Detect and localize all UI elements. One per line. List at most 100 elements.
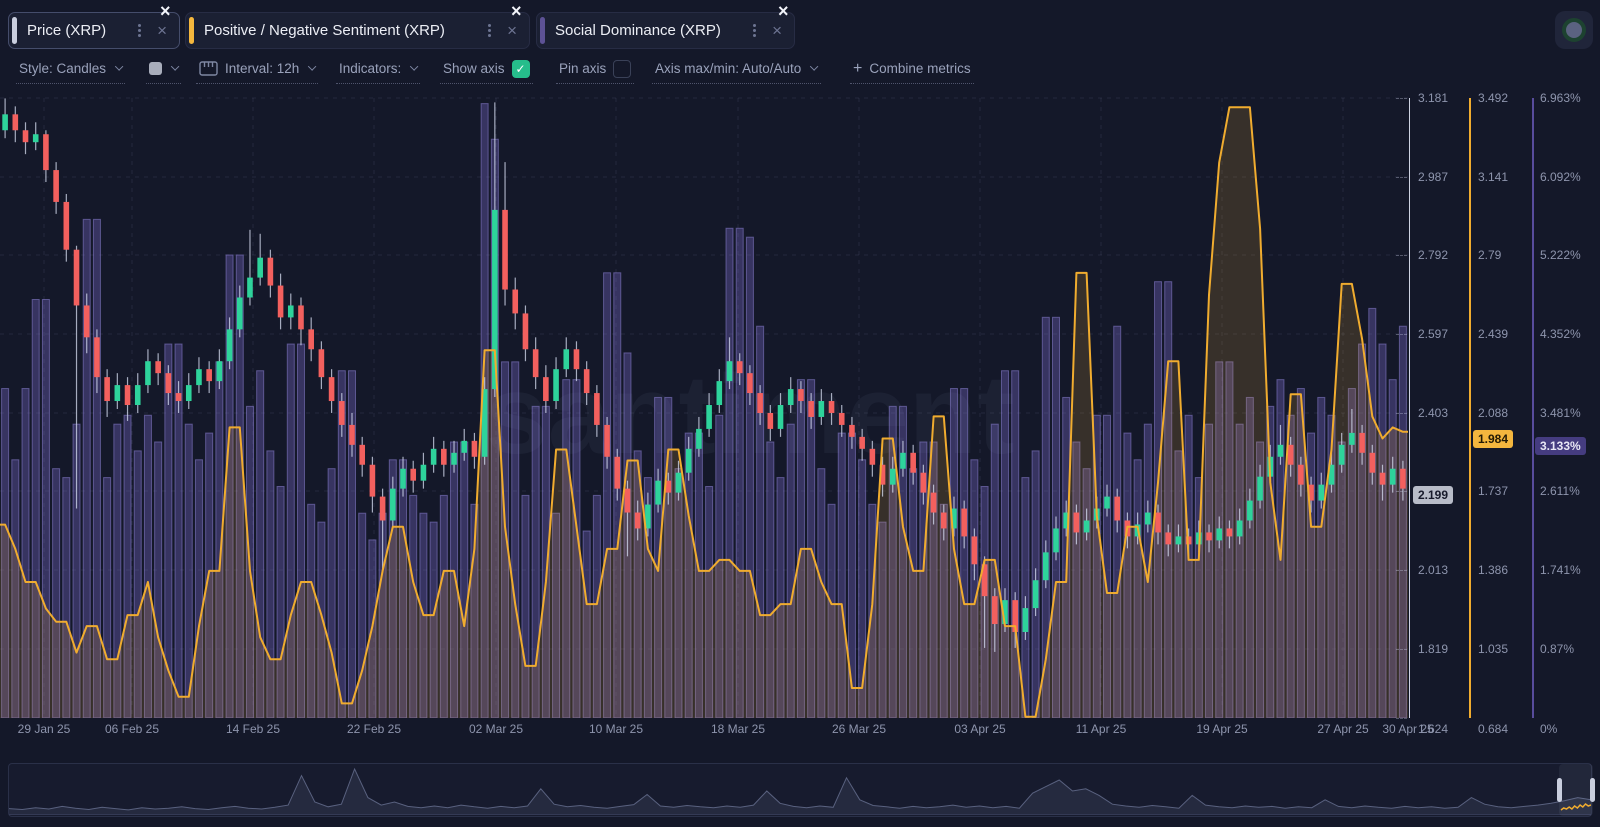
indicators-label: Indicators: [339, 61, 402, 76]
metric-accent-bar [540, 17, 545, 44]
axis-tick-mark [1396, 649, 1407, 650]
axis-tick-mark [1396, 718, 1407, 719]
metric-tab-0[interactable]: Price (XRP) × [8, 12, 180, 49]
chevron-down-icon [409, 62, 419, 72]
axis-tick-mark [1396, 413, 1407, 414]
current-value-badge-price: 2.199 [1413, 486, 1454, 504]
metric-tab-2[interactable]: Social Dominance (XRP) × [536, 12, 795, 49]
axis-line-price[interactable] [1409, 98, 1410, 718]
navigator-selection[interactable] [1559, 764, 1593, 816]
metric-tab-label: Price (XRP) [27, 22, 107, 39]
date-tick-label: 26 Mar 25 [831, 722, 887, 736]
show-axis-toggle[interactable]: Show axis ✓ [440, 59, 533, 84]
axis-tick-mark [1396, 98, 1407, 99]
axis-tick-label: 6.092% [1540, 170, 1581, 184]
axis-maxmin-label: Axis max/min: Auto/Auto [655, 61, 802, 76]
metric-accent-bar [12, 17, 17, 44]
pin-axis-toggle[interactable]: Pin axis [556, 59, 635, 84]
axis-tick-mark [1396, 334, 1407, 335]
date-tick-label: 30 Apr 25 [1382, 722, 1434, 736]
style-selector[interactable]: Style: Candles [16, 59, 126, 84]
date-tick-label: 19 Apr 25 [1196, 722, 1248, 736]
tab-top-close-icon[interactable]: × [160, 2, 171, 20]
chart-navigator[interactable] [8, 763, 1595, 817]
axis-tick-label: 3.141 [1478, 170, 1509, 184]
color-swatch-selector[interactable] [146, 59, 182, 84]
axis-tick-mark [1396, 570, 1407, 571]
interval-ruler-icon [199, 61, 218, 76]
axis-tick-label: 1.035 [1478, 642, 1509, 656]
style-label: Style: Candles [19, 61, 107, 76]
navigator-handle-right[interactable] [1590, 778, 1595, 802]
axis-tick-mark [1396, 491, 1407, 492]
date-tick-label: 11 Apr 25 [1075, 722, 1127, 736]
date-tick-label: 22 Feb 25 [346, 722, 402, 736]
axis-maxmin-selector[interactable]: Axis max/min: Auto/Auto [652, 59, 821, 84]
chevron-down-icon [308, 62, 317, 72]
show-axis-checkbox[interactable]: ✓ [511, 59, 530, 78]
tab-top-close-icon[interactable]: × [511, 2, 522, 20]
axis-line-dominance[interactable] [1532, 98, 1534, 718]
date-tick-label: 02 Mar 25 [468, 722, 524, 736]
axis-tick-label: 5.222% [1540, 248, 1581, 262]
current-value-badge-sentiment: 1.984 [1473, 430, 1514, 448]
avatar-icon [1562, 18, 1586, 42]
axis-tick-label: 1.819 [1418, 642, 1449, 656]
current-value-badge-dominance: 3.133% [1535, 437, 1586, 455]
axis-tick-label: 1.386 [1478, 563, 1509, 577]
chevron-down-icon [810, 62, 819, 72]
interval-label: Interval: 12h [225, 61, 300, 76]
axis-tick-label: 2.439 [1478, 327, 1509, 341]
axis-tick-label: 2.597 [1418, 327, 1449, 341]
axis-tick-label: 2.088 [1478, 406, 1509, 420]
axis-tick-label: 2.792 [1418, 248, 1449, 262]
navigator-chart [9, 767, 1591, 815]
kebab-menu-icon[interactable] [753, 29, 757, 32]
main-chart[interactable]: santiment [0, 85, 1408, 718]
axis-tick-mark [1396, 177, 1407, 178]
metric-tab-label: Positive / Negative Sentiment (XRP) [204, 22, 445, 39]
metric-tab-label: Social Dominance (XRP) [555, 22, 721, 39]
axis-tick-label: 2.79 [1478, 248, 1502, 262]
axis-tick-label: 1.741% [1540, 563, 1581, 577]
kebab-menu-icon[interactable] [138, 29, 142, 32]
pin-axis-label: Pin axis [559, 61, 607, 76]
date-tick-label: 18 Mar 25 [710, 722, 766, 736]
tab-top-close-icon[interactable]: × [778, 2, 789, 20]
axis-tick-label: 2.611% [1540, 484, 1580, 498]
kebab-menu-icon[interactable] [488, 29, 492, 32]
chevron-down-icon [114, 62, 124, 72]
plus-icon: + [853, 59, 863, 77]
axis-tick-label: 3.181 [1418, 91, 1449, 105]
color-swatch [149, 62, 162, 75]
axis-line-sentiment[interactable] [1469, 98, 1471, 718]
interval-selector[interactable]: Interval: 12h [196, 59, 319, 84]
date-tick-label: 03 Apr 25 [954, 722, 1006, 736]
date-tick-label: 14 Feb 25 [225, 722, 281, 736]
pin-axis-checkbox[interactable] [613, 59, 632, 78]
close-icon[interactable]: × [157, 22, 167, 39]
axis-tick-label: 1.737 [1478, 484, 1509, 498]
combine-metrics-button[interactable]: + Combine metrics [850, 59, 974, 84]
axis-tick-label: 0.87% [1540, 642, 1575, 656]
chevron-down-icon [170, 62, 180, 72]
axis-tick-mark [1396, 255, 1407, 256]
close-icon[interactable]: × [507, 22, 517, 39]
indicators-selector[interactable]: Indicators: [336, 59, 421, 84]
axis-tick-label: 3.481% [1540, 406, 1581, 420]
navigator-handle-left[interactable] [1557, 778, 1562, 802]
metric-tab-1[interactable]: Positive / Negative Sentiment (XRP) × [185, 12, 530, 49]
axis-tick-label: 0.684 [1478, 722, 1509, 736]
axis-tick-label: 3.492 [1478, 91, 1509, 105]
metric-accent-bar [189, 17, 194, 44]
account-button[interactable] [1555, 11, 1593, 49]
date-tick-label: 27 Apr 25 [1317, 722, 1369, 736]
axis-tick-label: 6.963% [1540, 91, 1581, 105]
show-axis-label: Show axis [443, 61, 505, 76]
chart-app: Price (XRP) × × Positive / Negative Sentime… [0, 0, 1600, 827]
axis-tick-label: 4.352% [1540, 327, 1581, 341]
date-tick-label: 06 Feb 25 [104, 722, 160, 736]
axis-tick-label: 2.013 [1418, 563, 1449, 577]
close-icon[interactable]: × [772, 22, 782, 39]
axis-tick-label: 0% [1540, 722, 1558, 736]
